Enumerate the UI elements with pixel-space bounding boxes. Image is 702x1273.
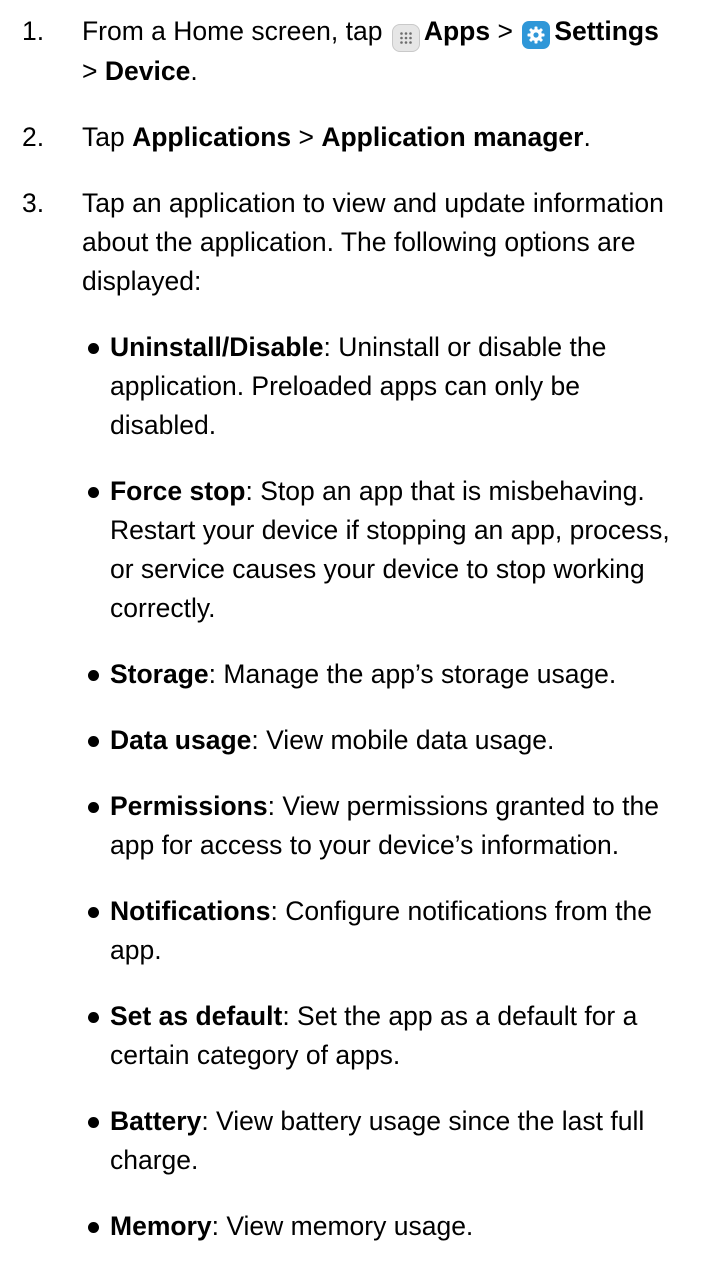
option-force-stop: Force stop: Stop an app that is misbehav…: [82, 472, 688, 628]
option-storage: Storage: Manage the app’s storage usage.: [82, 655, 688, 694]
step-description: Tap an application to view and update in…: [82, 188, 664, 296]
option-text: Force stop: Stop an app that is misbehav…: [110, 472, 688, 628]
step-3: 3. Tap an application to view and update…: [22, 184, 688, 1273]
bullet-icon: [82, 655, 110, 694]
option-permissions: Permissions: View permissions granted to…: [82, 787, 688, 865]
option-memory: Memory: View memory usage.: [82, 1207, 688, 1246]
option-description: : View mobile data usage.: [251, 725, 555, 755]
step-number: 3.: [22, 188, 45, 218]
step-2: 2. Tap Applications > Application manage…: [22, 118, 688, 157]
step-number: 2.: [22, 122, 45, 152]
separator: >: [497, 16, 513, 46]
bullet-icon: [82, 1102, 110, 1141]
settings-gear-icon: [522, 21, 551, 49]
step-text-end: .: [583, 122, 591, 152]
application-manager-label: Application manager: [321, 122, 584, 152]
option-term: Battery: [110, 1106, 202, 1136]
option-data-usage: Data usage: View mobile data usage.: [82, 721, 688, 760]
option-text: Uninstall/Disable: Uninstall or disable …: [110, 328, 688, 445]
step-text: Tap an application to view and update in…: [82, 184, 688, 1273]
separator: >: [298, 122, 314, 152]
step-text: From a Home screen, tap Apps > Settings …: [82, 12, 688, 91]
option-set-as-default: Set as default: Set the app as a default…: [82, 997, 688, 1075]
applications-label: Applications: [132, 122, 292, 152]
bullet-icon: [82, 472, 110, 511]
instructions-page: 1. From a Home screen, tap Apps > Settin…: [0, 0, 702, 1241]
option-text: Memory: View memory usage.: [110, 1207, 688, 1246]
option-term: Memory: [110, 1211, 212, 1241]
options-list: Uninstall/Disable: Uninstall or disable …: [82, 328, 688, 1246]
step-1: 1. From a Home screen, tap Apps > Settin…: [22, 12, 688, 91]
option-text: Notifications: Configure notifications f…: [110, 892, 688, 970]
option-term: Force stop: [110, 476, 246, 506]
option-term: Storage: [110, 659, 209, 689]
step-text-end: .: [190, 56, 198, 86]
bullet-icon: [82, 892, 110, 931]
bullet-icon: [82, 1207, 110, 1246]
option-term: Permissions: [110, 791, 268, 821]
apps-icon: [391, 24, 420, 52]
step-number: 1.: [22, 16, 45, 46]
separator: >: [82, 56, 98, 86]
bullet-icon: [82, 721, 110, 760]
option-term: Uninstall/Disable: [110, 332, 324, 362]
step-text-segment: From a Home screen, tap: [82, 16, 383, 46]
apps-label: Apps: [423, 16, 491, 46]
bullet-icon: [82, 787, 110, 826]
step-text: Tap Applications > Application manager.: [82, 118, 688, 157]
option-term: Notifications: [110, 896, 271, 926]
option-text: Data usage: View mobile data usage.: [110, 721, 688, 760]
option-text: Storage: Manage the app’s storage usage.: [110, 655, 688, 694]
option-term: Data usage: [110, 725, 252, 755]
option-text: Battery: View battery usage since the la…: [110, 1102, 688, 1180]
option-uninstall-disable: Uninstall/Disable: Uninstall or disable …: [82, 328, 688, 445]
step-text-segment: Tap: [82, 122, 125, 152]
bullet-icon: [82, 328, 110, 367]
option-notifications: Notifications: Configure notifications f…: [82, 892, 688, 970]
option-text: Permissions: View permissions granted to…: [110, 787, 688, 865]
option-description: : View memory usage.: [211, 1211, 474, 1241]
option-text: Set as default: Set the app as a default…: [110, 997, 688, 1075]
option-term: Set as default: [110, 1001, 283, 1031]
settings-label: Settings: [554, 16, 659, 46]
option-description: : Manage the app’s storage usage.: [208, 659, 617, 689]
option-battery: Battery: View battery usage since the la…: [82, 1102, 688, 1180]
bullet-icon: [82, 997, 110, 1036]
device-label: Device: [104, 56, 191, 86]
